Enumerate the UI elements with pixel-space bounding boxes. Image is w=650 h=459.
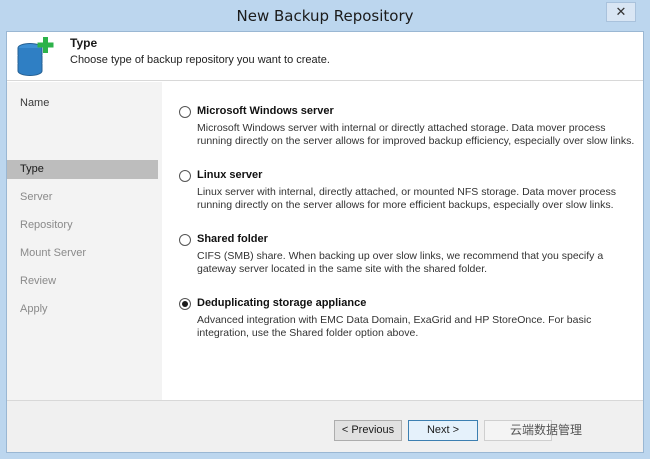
- option-title: Microsoft Windows server: [197, 105, 334, 117]
- watermark: 云端数据管理: [510, 421, 582, 437]
- option-title: Linux server: [197, 169, 263, 181]
- sidebar-item-name[interactable]: Name: [7, 94, 158, 113]
- option-windows-server[interactable]: Microsoft Windows server Microsoft Windo…: [174, 104, 639, 154]
- step-subtitle: Choose type of backup repository you wan…: [70, 54, 330, 66]
- close-button[interactable]: ✕: [606, 2, 636, 22]
- wizard-header: Type Choose type of backup repository yo…: [7, 32, 643, 81]
- option-title: Shared folder: [197, 233, 268, 245]
- sidebar-item-repository[interactable]: Repository: [7, 216, 158, 235]
- window-title: New Backup Repository: [236, 7, 414, 25]
- sidebar-item-type[interactable]: Type: [7, 160, 158, 179]
- sidebar-item-apply[interactable]: Apply: [7, 300, 158, 319]
- close-icon: ✕: [615, 4, 627, 19]
- option-description: Microsoft Windows server with internal o…: [197, 122, 635, 147]
- title-bar[interactable]: New Backup Repository ✕: [0, 0, 650, 31]
- repository-type-options: Microsoft Windows server Microsoft Windo…: [162, 82, 643, 400]
- option-deduplicating-appliance[interactable]: Deduplicating storage appliance Advanced…: [174, 296, 639, 346]
- previous-button[interactable]: < Previous: [334, 420, 402, 441]
- radio-linux-server[interactable]: [179, 170, 191, 182]
- option-description: Advanced integration with EMC Data Domai…: [197, 314, 592, 339]
- option-description: Linux server with internal, directly att…: [197, 186, 617, 211]
- wizard-steps-nav: Name Type Server Repository Mount Server…: [7, 82, 162, 400]
- sidebar-item-review[interactable]: Review: [7, 272, 158, 291]
- database-add-icon: [17, 37, 54, 76]
- radio-deduplicating-appliance[interactable]: [179, 298, 191, 310]
- step-title: Type: [70, 36, 98, 50]
- sidebar-item-server[interactable]: Server: [7, 188, 158, 207]
- wizard-body: Type Choose type of backup repository yo…: [6, 31, 644, 453]
- wizard-window: New Backup Repository ✕ Type Choose type…: [0, 0, 650, 459]
- option-linux-server[interactable]: Linux server Linux server with internal,…: [174, 168, 639, 218]
- option-title: Deduplicating storage appliance: [197, 297, 367, 309]
- option-shared-folder[interactable]: Shared folder CIFS (SMB) share. When bac…: [174, 232, 639, 282]
- option-description: CIFS (SMB) share. When backing up over s…: [197, 250, 604, 275]
- radio-windows-server[interactable]: [179, 106, 191, 118]
- radio-shared-folder[interactable]: [179, 234, 191, 246]
- sidebar-item-mount-server[interactable]: Mount Server: [7, 244, 158, 263]
- next-button[interactable]: Next >: [408, 420, 478, 441]
- watermark-text: 云端数据管理: [510, 423, 583, 437]
